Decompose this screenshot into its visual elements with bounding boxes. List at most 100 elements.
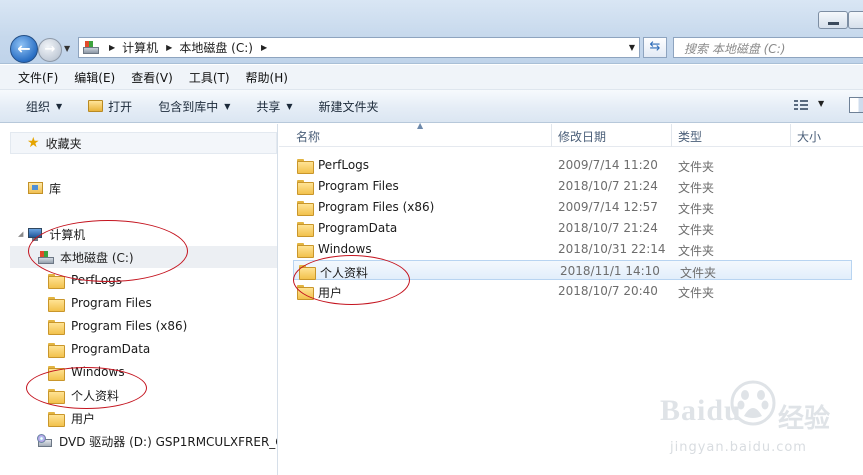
sort-ascending-icon: ▲ [417, 121, 424, 130]
folder-icon [297, 242, 314, 258]
new-folder-label: 新建文件夹 [318, 99, 379, 114]
file-type: 文件夹 [678, 223, 715, 237]
open-label: 打开 [108, 99, 133, 114]
breadcrumb-local-disk[interactable]: 本地磁盘 (C:) [179, 39, 253, 56]
address-bar[interactable]: ▶ 计算机 ▶ 本地磁盘 (C:) ▶ ▼ [78, 37, 640, 58]
refresh-button[interactable]: ⇆ [643, 37, 667, 58]
nav-folder-label: Program Files (x86) [71, 319, 188, 333]
file-date: 2018/10/7 20:40 [558, 284, 658, 298]
dvd-drive-icon [37, 434, 53, 448]
file-date: 2018/10/31 22:14 [558, 242, 666, 256]
title-bar: ← → ▼ ▶ 计算机 ▶ 本地磁盘 (C:) ▶ ▼ ⇆ 搜索 本地磁盘 (C… [0, 0, 863, 64]
baidu-watermark: Baidu 经验 jingyan.baidu.com [660, 380, 860, 470]
file-type: 文件夹 [678, 202, 715, 216]
column-header-size[interactable]: 大小 [797, 128, 821, 145]
nav-libraries-label: 库 [49, 181, 62, 196]
navigation-pane: ★ 收藏夹 库 ◢ 计算机 本地磁盘 (C:) PerfLogs Program… [0, 124, 278, 475]
breadcrumb-separator-icon[interactable]: ▶ [109, 43, 115, 52]
preview-pane-icon[interactable] [849, 97, 863, 113]
nav-folder-label: Program Files [71, 296, 152, 310]
folder-icon [48, 411, 65, 427]
nav-folder-item[interactable]: 用户 [48, 407, 95, 429]
folder-icon [48, 296, 65, 312]
menu-help[interactable]: 帮助(H) [246, 69, 288, 86]
file-type: 文件夹 [678, 244, 715, 258]
watermark-cn: 经验 [778, 404, 831, 434]
column-header-type[interactable]: 类型 [678, 128, 702, 145]
folder-icon [297, 179, 314, 195]
paw-logo-icon [730, 380, 776, 426]
chevron-down-icon: ▼ [286, 101, 293, 111]
column-header-name[interactable]: 名称 [296, 128, 320, 145]
nav-folder-item[interactable]: Program Files (x86) [48, 315, 187, 337]
share-button[interactable]: 共享 ▼ [256, 98, 292, 115]
menu-file[interactable]: 文件(F) [18, 69, 58, 86]
view-options-icon[interactable] [794, 99, 808, 111]
file-type: 文件夹 [678, 181, 715, 195]
nav-folder-item[interactable]: ProgramData [48, 338, 150, 360]
breadcrumb-separator-icon[interactable]: ▶ [261, 43, 267, 52]
share-label: 共享 [256, 99, 281, 114]
file-name: Windows [318, 242, 372, 256]
organize-button[interactable]: 组织 ▼ [26, 98, 62, 115]
file-date: 2018/10/7 21:24 [558, 221, 658, 235]
open-button[interactable]: 打开 [88, 98, 132, 115]
search-placeholder: 搜索 本地磁盘 (C:) [684, 42, 786, 56]
view-dropdown-icon[interactable]: ▼ [818, 99, 824, 108]
menu-edit[interactable]: 编辑(E) [74, 69, 115, 86]
file-type: 文件夹 [680, 266, 717, 280]
menu-view[interactable]: 查看(V) [131, 69, 173, 86]
nav-dvd-drive[interactable]: DVD 驱动器 (D:) GSP1RMCULXFRER_C [37, 430, 277, 452]
minimize-button[interactable] [818, 11, 848, 29]
folder-icon [48, 342, 65, 358]
nav-favorites[interactable]: ★ 收藏夹 [10, 132, 277, 154]
new-folder-button[interactable]: 新建文件夹 [319, 98, 379, 115]
column-headers: ▲ 名称 修改日期 类型 大小 [279, 121, 863, 147]
chevron-down-icon: ▼ [224, 101, 231, 111]
file-row[interactable]: Program Files 2018/10/7 21:24 文件夹 [292, 176, 852, 196]
breadcrumb-separator-icon[interactable]: ▶ [166, 43, 172, 52]
back-button[interactable]: ← [10, 35, 38, 63]
include-in-library-button[interactable]: 包含到库中 ▼ [158, 98, 230, 115]
file-name: Program Files (x86) [318, 200, 435, 214]
file-date: 2009/7/14 11:20 [558, 158, 658, 172]
forward-button[interactable]: → [38, 38, 62, 62]
address-history-dropdown-icon[interactable]: ▼ [629, 43, 635, 52]
column-divider[interactable] [551, 124, 552, 147]
nav-folder-item[interactable]: Program Files [48, 292, 152, 314]
file-row[interactable]: PerfLogs 2009/7/14 11:20 文件夹 [292, 155, 852, 175]
file-date: 2018/10/7 21:24 [558, 179, 658, 193]
back-arrow-icon: ← [17, 39, 31, 58]
breadcrumb-computer[interactable]: 计算机 [122, 39, 158, 56]
file-name: Program Files [318, 179, 399, 193]
nav-folder-label: ProgramData [71, 342, 151, 356]
column-divider[interactable] [671, 124, 672, 147]
menu-tools[interactable]: 工具(T) [189, 69, 230, 86]
column-divider[interactable] [790, 124, 791, 147]
nav-folder-label: 用户 [71, 411, 96, 426]
refresh-icon: ⇆ [649, 39, 661, 54]
file-type: 文件夹 [678, 160, 715, 174]
nav-dvd-label: DVD 驱动器 (D:) GSP1RMCULXFRER_C [59, 434, 277, 449]
file-date: 2018/11/1 14:10 [560, 264, 660, 278]
menu-bar: 文件(F) 编辑(E) 查看(V) 工具(T) 帮助(H) [0, 65, 863, 90]
file-type: 文件夹 [678, 286, 715, 300]
command-bar: 组织 ▼ 打开 包含到库中 ▼ 共享 ▼ 新建文件夹 [0, 90, 863, 123]
search-input[interactable]: 搜索 本地磁盘 (C:) [673, 37, 863, 58]
expand-triangle-icon[interactable]: ◢ [18, 230, 23, 238]
file-name: PerfLogs [318, 158, 370, 172]
maximize-button[interactable] [848, 11, 863, 29]
file-row[interactable]: Program Files (x86) 2009/7/14 12:57 文件夹 [292, 197, 852, 217]
column-header-date[interactable]: 修改日期 [558, 128, 606, 145]
open-folder-icon [88, 100, 104, 112]
nav-libraries[interactable]: 库 [28, 177, 61, 199]
drive-icon [83, 40, 101, 55]
recent-pages-dropdown-icon[interactable]: ▼ [64, 44, 70, 53]
folder-icon [48, 319, 65, 335]
star-icon: ★ [27, 135, 40, 151]
file-row[interactable]: ProgramData 2018/10/7 21:24 文件夹 [292, 218, 852, 238]
file-row[interactable]: Windows 2018/10/31 22:14 文件夹 [292, 239, 852, 259]
forward-arrow-icon: → [44, 42, 56, 57]
file-date: 2009/7/14 12:57 [558, 200, 658, 214]
library-icon [28, 182, 43, 194]
